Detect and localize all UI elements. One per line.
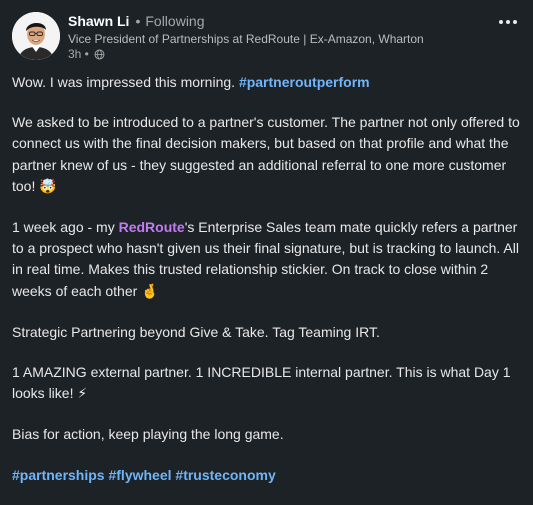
crossed-fingers-emoji-icon: 🤞 bbox=[141, 283, 159, 300]
exploding-head-emoji-icon: 🤯 bbox=[39, 178, 57, 195]
paragraph-2: We asked to be introduced to a partner's… bbox=[12, 112, 521, 198]
post-header: Shawn Li • Following Vice President of P… bbox=[68, 13, 493, 61]
paragraph-6-text: Bias for action, keep playing the long g… bbox=[12, 426, 284, 443]
paragraph-3-prefix: 1 week ago - my bbox=[12, 219, 119, 236]
post-body: Wow. I was impressed this morning. #part… bbox=[12, 72, 521, 505]
feed-post: Shawn Li • Following Vice President of P… bbox=[0, 0, 533, 483]
post-meta: 3h • bbox=[68, 47, 493, 61]
avatar-portrait bbox=[12, 12, 60, 60]
hashtag-line: #partnerships #flywheel #trusteconomy bbox=[12, 465, 521, 486]
separator-dot: • bbox=[135, 13, 141, 29]
paragraph-1: Wow. I was impressed this morning. #part… bbox=[12, 72, 521, 93]
hashtag-flywheel[interactable]: #flywheel bbox=[108, 467, 171, 483]
post-time: 3h • bbox=[68, 47, 89, 61]
more-horizontal-icon bbox=[499, 20, 517, 24]
paragraph-4-text: Strategic Partnering beyond Give & Take.… bbox=[12, 323, 380, 340]
hashtag-partnerships[interactable]: #partnerships bbox=[12, 467, 105, 483]
avatar[interactable] bbox=[12, 12, 60, 60]
more-options-button[interactable] bbox=[495, 12, 521, 32]
mention-redroute[interactable]: RedRoute bbox=[119, 219, 185, 235]
paragraph-6: Bias for action, keep playing the long g… bbox=[12, 424, 521, 445]
hashtag-trusteconomy[interactable]: #trusteconomy bbox=[175, 467, 275, 483]
paragraph-1-text: Wow. I was impressed this morning. bbox=[12, 74, 239, 90]
paragraph-3: 1 week ago - my RedRoute's Enterprise Sa… bbox=[12, 217, 521, 303]
paragraph-2-text: We asked to be introduced to a partner's… bbox=[12, 114, 520, 194]
author-name[interactable]: Shawn Li bbox=[68, 13, 129, 29]
lightning-emoji-icon: ⚡ bbox=[77, 386, 88, 403]
author-row: Shawn Li • Following bbox=[68, 13, 493, 29]
follow-status: Following bbox=[145, 13, 205, 29]
paragraph-5: 1 AMAZING external partner. 1 INCREDIBLE… bbox=[12, 362, 521, 405]
author-headline: Vice President of Partnerships at RedRou… bbox=[68, 32, 424, 46]
paragraph-4: Strategic Partnering beyond Give & Take.… bbox=[12, 322, 521, 343]
hashtag-partneroutperform[interactable]: #partneroutperform bbox=[239, 74, 370, 90]
globe-icon bbox=[94, 49, 105, 59]
